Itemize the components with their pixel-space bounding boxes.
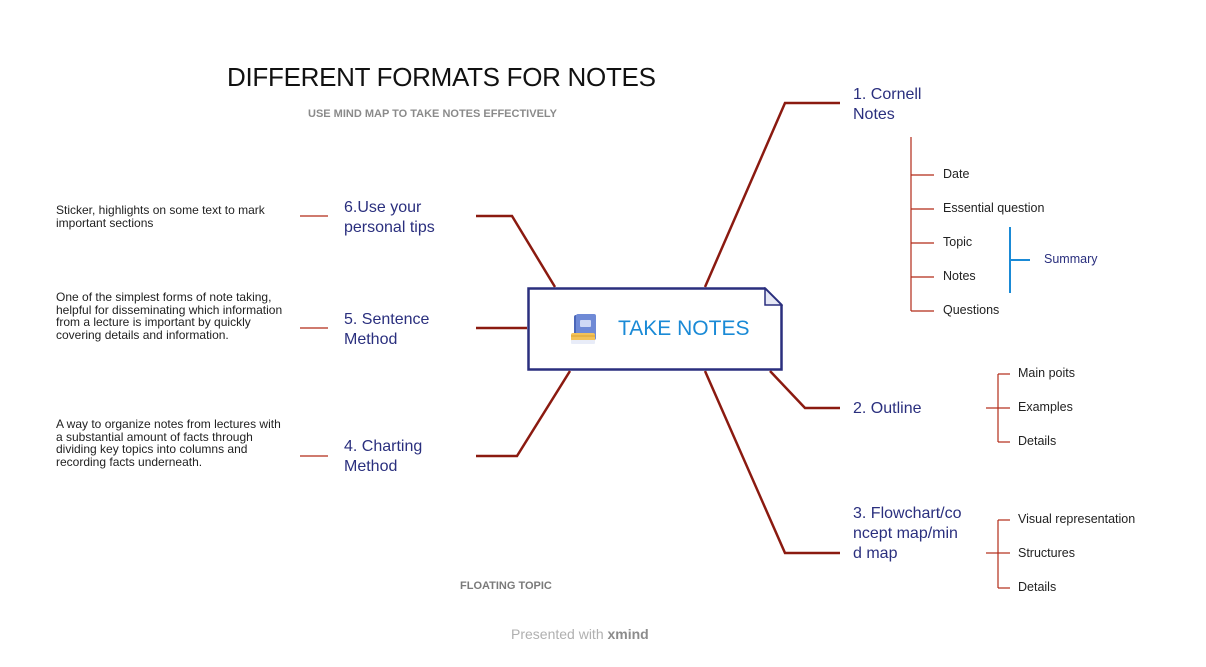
central-topic-label[interactable]: TAKE NOTES <box>618 317 749 341</box>
subtopic-visual-representation[interactable]: Visual representation <box>1018 512 1135 526</box>
subtopic-details[interactable]: Details <box>1018 434 1056 448</box>
branch-outline[interactable]: 2. Outline <box>853 399 921 419</box>
branch-personal-tips[interactable]: 6.Use your personal tips <box>344 198 464 238</box>
note-personal-tips[interactable]: Sticker, highlights on some text to mark… <box>56 204 286 229</box>
summary-bracket <box>1009 227 1030 293</box>
branch-flowchart[interactable]: 3. Flowchart/concept map/mind map <box>853 504 965 564</box>
connector-outline <box>769 370 840 410</box>
footer-prefix: Presented with <box>511 626 604 642</box>
subtopic-examples[interactable]: Examples <box>1018 400 1073 414</box>
summary-label[interactable]: Summary <box>1044 252 1097 266</box>
subtopic-questions[interactable]: Questions <box>943 303 999 317</box>
subtopic-main-points[interactable]: Main poits <box>1018 366 1075 380</box>
page-title: DIFFERENT FORMATS FOR NOTES <box>227 62 656 92</box>
connector-charting <box>476 370 572 458</box>
page-subtitle: USE MIND MAP TO TAKE NOTES EFFECTIVELY <box>308 108 557 120</box>
subtopic-notes[interactable]: Notes <box>943 269 976 283</box>
subtopic-structures[interactable]: Structures <box>1018 546 1075 560</box>
subtopic-details-2[interactable]: Details <box>1018 580 1056 594</box>
branch-cornell-notes[interactable]: 1. Cornell Notes <box>853 85 953 125</box>
branch-sentence-method[interactable]: 5. Sentence Method <box>344 310 454 350</box>
subtopic-topic[interactable]: Topic <box>943 235 972 249</box>
connector-flowchart <box>703 370 840 555</box>
subtopic-essential-question[interactable]: Essential question <box>943 201 1044 215</box>
connector-personal-tips <box>476 214 557 288</box>
note-charting-method[interactable]: A way to organize notes from lectures wi… <box>56 418 290 468</box>
note-sentence-method[interactable]: One of the simplest forms of note taking… <box>56 291 290 341</box>
footer-credit: Presented with xmind <box>511 626 649 642</box>
subtopic-date[interactable]: Date <box>943 167 969 181</box>
book-icon <box>571 314 596 344</box>
floating-topic[interactable]: FLOATING TOPIC <box>460 580 552 592</box>
branch-charting-method[interactable]: 4. Charting Method <box>344 437 454 477</box>
xmind-logo: xmind <box>607 626 649 642</box>
connector-cornell <box>703 101 840 288</box>
